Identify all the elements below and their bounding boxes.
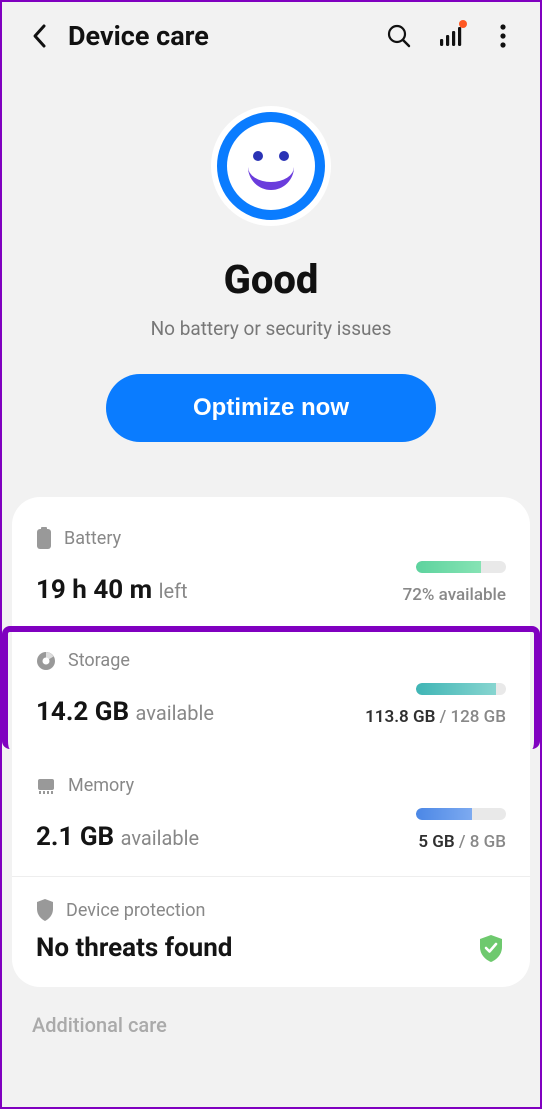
notification-dot — [459, 20, 467, 28]
signal-bars-icon[interactable] — [438, 23, 464, 49]
storage-icon — [36, 651, 56, 671]
status-smiley-icon — [211, 106, 331, 226]
shield-check-icon — [476, 933, 506, 963]
memory-label: Memory — [68, 775, 134, 796]
storage-value: 14.2 GB available — [36, 697, 214, 727]
app-header: Device care — [2, 2, 540, 66]
additional-care-row[interactable]: Additional care — [2, 987, 540, 1047]
hero-section: Good No battery or security issues Optim… — [2, 66, 540, 497]
shield-icon — [36, 899, 54, 921]
battery-label: Battery — [64, 528, 121, 549]
protection-row[interactable]: Device protection No threats found — [12, 877, 530, 987]
battery-percent: 72% available — [403, 585, 506, 605]
storage-meter — [416, 683, 506, 695]
status-title: Good — [32, 256, 510, 303]
battery-row[interactable]: Battery 19 h 40 m left 72% available — [12, 505, 530, 630]
memory-meter — [416, 808, 506, 820]
storage-row[interactable]: Storage 14.2 GB available 113.8 GB / 128… — [2, 626, 540, 749]
memory-icon — [36, 777, 56, 795]
status-subtitle: No battery or security issues — [32, 317, 510, 340]
memory-usage: 5 GB / 8 GB — [416, 832, 506, 852]
search-icon[interactable] — [386, 23, 412, 49]
page-title: Device care — [68, 20, 372, 52]
more-options-icon[interactable] — [490, 23, 516, 49]
optimize-button[interactable]: Optimize now — [106, 374, 436, 442]
storage-label: Storage — [68, 650, 130, 671]
storage-usage: 113.8 GB / 128 GB — [365, 707, 506, 727]
stats-card: Battery 19 h 40 m left 72% available Sto… — [12, 497, 530, 987]
memory-row[interactable]: Memory 2.1 GB available 5 GB / 8 GB — [12, 753, 530, 877]
battery-value: 19 h 40 m left — [36, 575, 188, 605]
protection-status: No threats found — [36, 933, 232, 963]
memory-value: 2.1 GB available — [36, 822, 199, 852]
back-icon[interactable] — [26, 22, 54, 50]
battery-icon — [36, 527, 52, 549]
protection-label: Device protection — [66, 900, 205, 921]
battery-meter — [416, 561, 506, 573]
header-actions — [386, 23, 516, 49]
